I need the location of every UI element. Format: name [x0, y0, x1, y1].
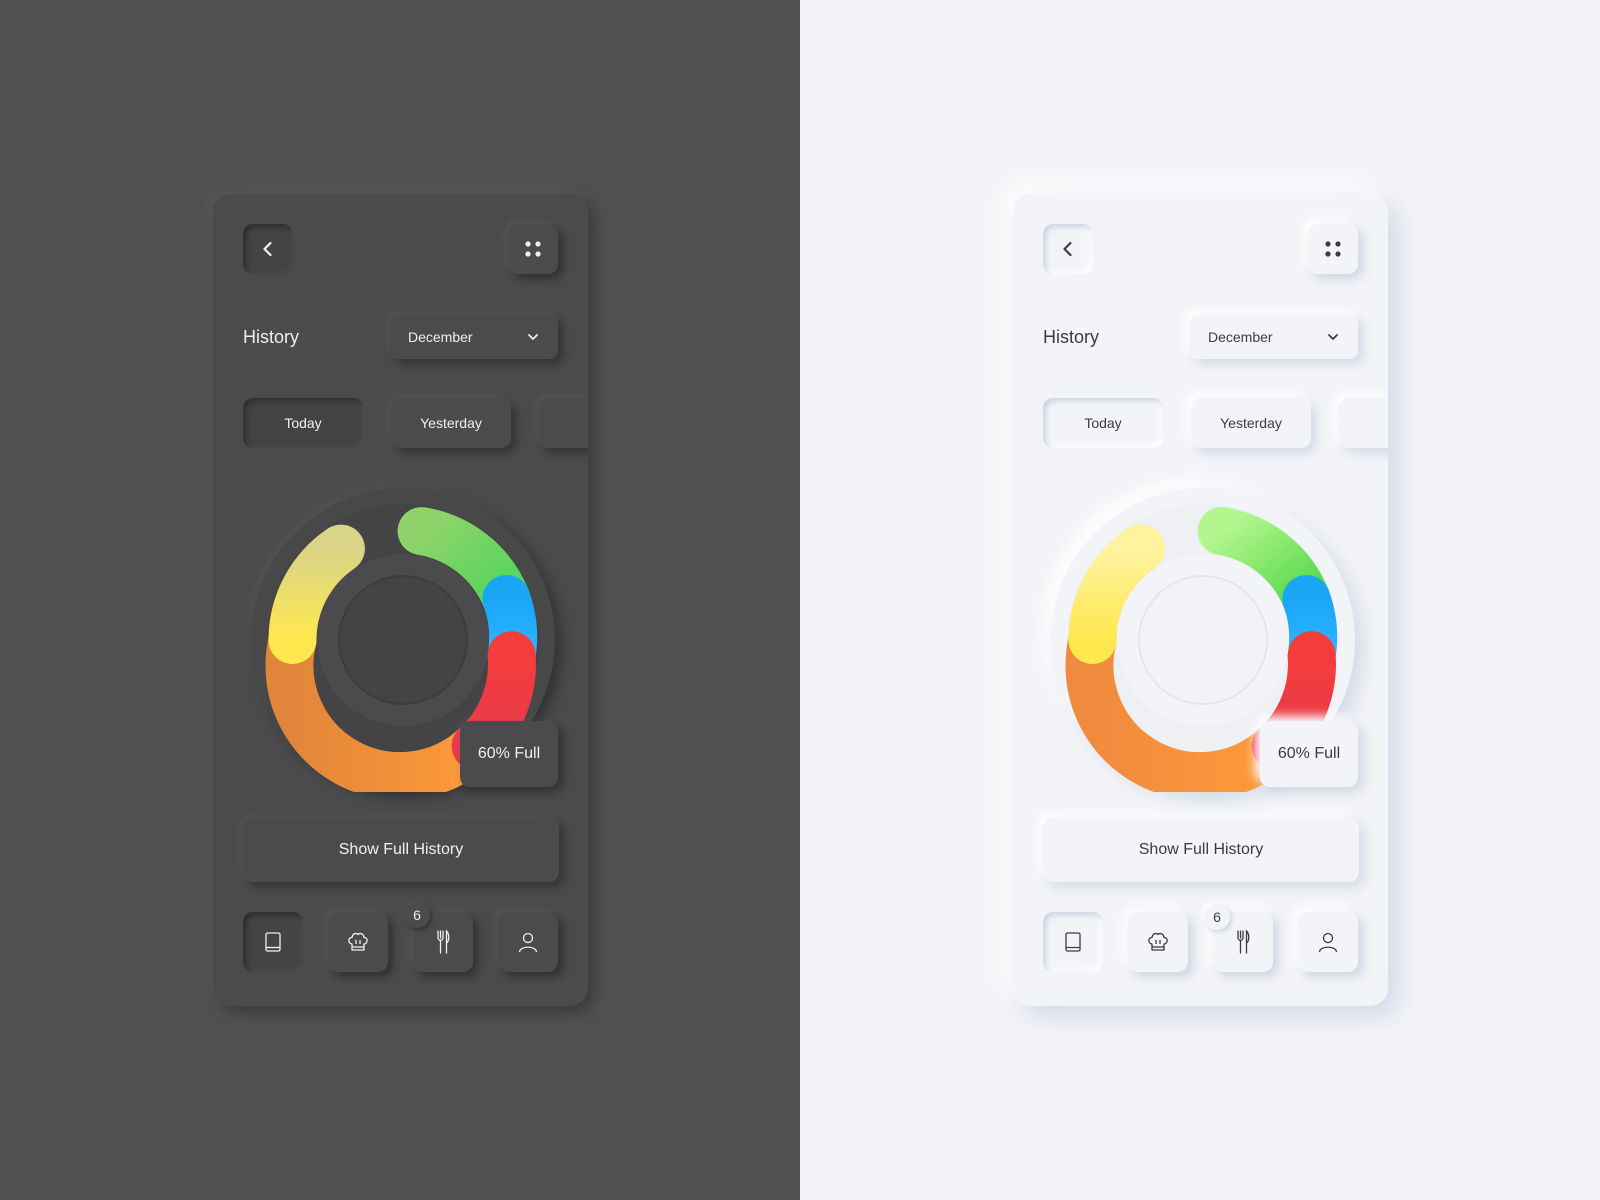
dining-count: 6	[1213, 909, 1221, 925]
chef-hat-icon	[348, 932, 368, 951]
book-icon	[1065, 932, 1081, 952]
show-full-history-label: Show Full History	[338, 841, 464, 858]
fill-status-badge: 60% Full	[1260, 721, 1358, 787]
tab-today-label: Today	[1084, 415, 1122, 431]
tab-su[interactable]: Su	[539, 398, 588, 448]
dining-count: 6	[413, 907, 421, 923]
nav-chef[interactable]	[1128, 912, 1188, 972]
nav-book[interactable]	[1043, 912, 1103, 972]
month-select-value: December	[408, 329, 473, 345]
back-button[interactable]	[243, 224, 293, 274]
month-select[interactable]: December	[1190, 315, 1358, 359]
tab-su[interactable]: Su	[1339, 398, 1388, 448]
menu-button[interactable]	[508, 224, 558, 274]
chevron-left-icon	[1063, 241, 1072, 257]
book-icon	[265, 932, 281, 952]
four-dots-icon	[525, 241, 541, 257]
nav-chef[interactable]	[328, 912, 388, 972]
chef-hat-icon	[1148, 932, 1168, 951]
menu-button[interactable]	[1308, 224, 1358, 274]
dark-theme-panel: History December Today Yesterday Su 60%	[0, 0, 800, 1200]
tab-today[interactable]: Today	[1043, 398, 1163, 448]
fill-status-label: 60% Full	[477, 745, 541, 762]
person-icon	[518, 932, 538, 953]
show-full-history-label: Show Full History	[1138, 841, 1264, 858]
chevron-left-icon	[263, 241, 272, 257]
chevron-down-icon	[528, 334, 538, 340]
page-title: History	[243, 327, 300, 347]
month-select-value: December	[1208, 329, 1273, 345]
tab-yesterday[interactable]: Yesterday	[391, 398, 511, 448]
tab-yesterday[interactable]: Yesterday	[1191, 398, 1311, 448]
back-button[interactable]	[1043, 224, 1093, 274]
phone-frame: History December Today Yesterday Su 60%	[1013, 194, 1388, 1006]
nav-profile[interactable]	[1298, 912, 1358, 972]
tab-today[interactable]: Today	[243, 398, 363, 448]
month-select[interactable]: December	[390, 315, 558, 359]
four-dots-icon	[1325, 241, 1341, 257]
dining-count-badge: 6	[1204, 904, 1230, 930]
show-full-history-button[interactable]: Show Full History	[1043, 818, 1359, 882]
person-icon	[1318, 932, 1338, 953]
tab-yesterday-label: Yesterday	[420, 415, 482, 431]
fill-status-label: 60% Full	[1277, 745, 1341, 762]
dining-count-badge: 6	[404, 902, 430, 928]
light-theme-panel: History December Today Yesterday Su 60%	[800, 0, 1600, 1200]
nav-profile[interactable]	[498, 912, 558, 972]
chevron-down-icon	[1328, 334, 1338, 340]
nav-book[interactable]	[243, 912, 303, 972]
page-title: History	[1043, 327, 1100, 347]
fill-status-badge: 60% Full	[460, 721, 558, 787]
tab-yesterday-label: Yesterday	[1220, 415, 1282, 431]
fork-knife-icon	[1237, 929, 1250, 954]
phone-frame: History December Today Yesterday Su 60%	[213, 194, 588, 1006]
tab-today-label: Today	[284, 415, 322, 431]
show-full-history-button[interactable]: Show Full History	[243, 818, 559, 882]
fork-knife-icon	[437, 929, 450, 954]
